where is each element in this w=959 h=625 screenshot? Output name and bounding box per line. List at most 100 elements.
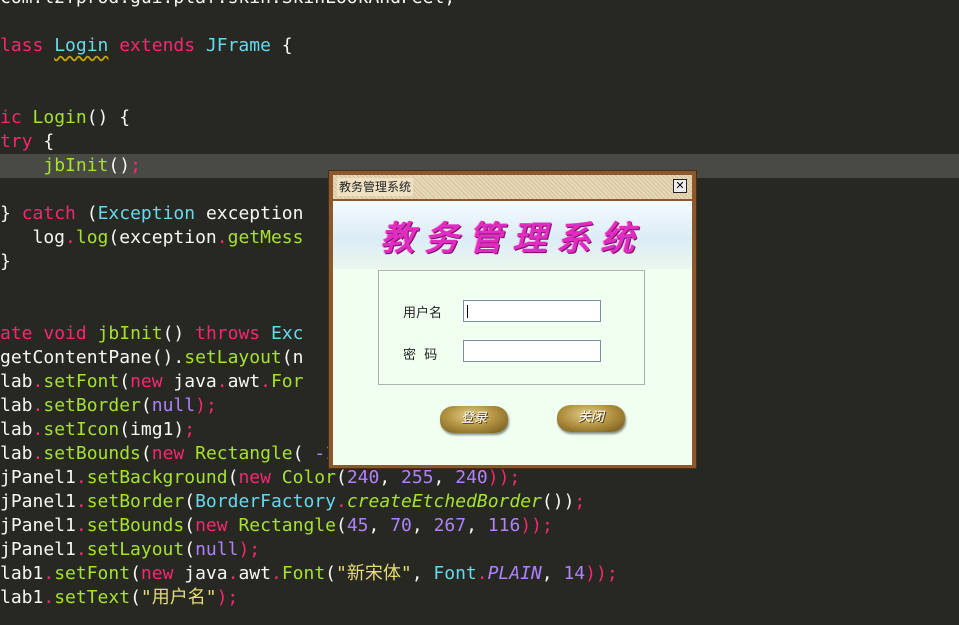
code-token: new: [140, 563, 174, 584]
code-token: 267: [433, 515, 467, 536]
code-token: (): [162, 323, 196, 344]
code-line[interactable]: getContentPane().setLayout(n: [0, 346, 303, 370]
code-token: Login: [32, 107, 87, 128]
code-token: ,: [433, 467, 456, 488]
code-token: java: [173, 563, 228, 584]
code-token: () {: [86, 107, 131, 128]
code-line[interactable]: ic Login() {: [0, 106, 130, 130]
code-token: null: [151, 395, 196, 416]
code-token: Exc: [260, 323, 304, 344]
code-token: 240: [455, 467, 488, 488]
code-token: (: [335, 467, 347, 488]
code-token: ,: [411, 563, 434, 584]
login-panel: 用户名 密 码: [378, 270, 645, 385]
code-token: (: [184, 515, 196, 536]
code-line[interactable]: lab.setBorder(null);: [0, 394, 217, 418]
code-line[interactable]: jPanel1.setBorder(BorderFactory.createEt…: [0, 490, 585, 514]
code-token: Rectangle: [238, 515, 336, 536]
code-token: .: [32, 443, 44, 464]
code-token: jPanel1: [0, 467, 76, 488]
code-token: .: [75, 467, 87, 488]
code-line[interactable]: log.log(exception.getMess: [0, 226, 304, 250]
code-token: null: [195, 539, 239, 560]
code-token: throws: [195, 323, 261, 344]
code-token: catch: [21, 203, 76, 224]
password-input[interactable]: [463, 340, 601, 362]
code-token: 14: [563, 563, 586, 584]
login-dialog: 教务管理系统 ✕ 教务管理系统 用户名 密 码 登录 关闭: [328, 170, 697, 469]
code-token: awt: [227, 371, 261, 392]
login-button[interactable]: 登录: [440, 406, 508, 433]
code-token: setIcon: [43, 419, 120, 440]
code-line[interactable]: lab.setIcon(img1);: [0, 418, 195, 442]
code-token: 116: [487, 515, 521, 536]
code-token: java: [162, 371, 217, 392]
code-token: Rectangle: [195, 443, 293, 464]
code-token: ;: [574, 491, 586, 512]
code-token: .: [32, 395, 44, 416]
code-line[interactable]: lab1.setText("用户名");: [0, 586, 238, 610]
code-token: ));: [487, 467, 521, 488]
code-token: com.l2fprod.gui.plaf.skin.SkinLookAndFee…: [0, 0, 455, 8]
code-line[interactable]: ate void jbInit() throws Exc: [0, 322, 304, 346]
code-line[interactable]: jPanel1.setBackground(new Color(240, 255…: [0, 466, 520, 490]
code-token: (: [140, 395, 152, 416]
code-token: (): [108, 155, 131, 176]
username-input[interactable]: [463, 300, 601, 322]
code-token: Font: [281, 563, 326, 584]
code-token: (exception: [108, 227, 217, 248]
code-token: }: [0, 251, 11, 272]
password-label: 密 码: [403, 348, 438, 363]
code-token: lab: [0, 443, 33, 464]
code-token: Login: [54, 35, 109, 56]
code-line[interactable]: lab.setFont(new java.awt.For: [0, 370, 303, 394]
code-token: jbInit: [43, 155, 109, 176]
code-token: .: [270, 563, 282, 584]
code-line[interactable]: try {: [0, 130, 54, 154]
code-token: .: [43, 563, 55, 584]
code-token: ,: [379, 467, 402, 488]
code-token: .: [43, 587, 55, 608]
code-token: .: [216, 371, 228, 392]
banner-title: 教务管理系统: [380, 219, 645, 259]
dialog-titlebar[interactable]: 教务管理系统 ✕: [333, 175, 692, 200]
code-token: new: [238, 467, 271, 488]
code-token: Font: [433, 563, 477, 584]
code-token: setText: [54, 587, 131, 608]
code-token: .: [32, 419, 44, 440]
code-token: setBounds: [43, 443, 141, 464]
close-icon[interactable]: ✕: [673, 179, 687, 193]
code-token: .: [65, 227, 76, 248]
code-line[interactable]: } catch (Exception exception: [0, 202, 303, 226]
code-line[interactable]: com.l2fprod.gui.plaf.skin.SkinLookAndFee…: [0, 0, 455, 10]
code-token: lab1: [0, 563, 44, 584]
banner-image: 教务管理系统: [333, 201, 692, 269]
code-token: .: [75, 515, 87, 536]
code-token: lab1: [0, 587, 44, 608]
code-line[interactable]: jPanel1.setLayout(null);: [0, 538, 260, 562]
code-token: setFont: [43, 371, 120, 392]
code-token: (: [184, 491, 196, 512]
code-token: (: [336, 515, 347, 536]
code-line[interactable]: lass Login extends JFrame {: [0, 34, 293, 58]
code-token: (: [184, 539, 196, 560]
code-line[interactable]: }: [0, 250, 11, 274]
code-token: setLayout: [86, 539, 185, 560]
code-token: ;: [184, 419, 196, 440]
text-caret: [467, 305, 468, 318]
code-token: {: [270, 35, 293, 56]
code-token: try: [0, 131, 33, 152]
code-line[interactable]: lab1.setFont(new java.awt.Font("新宋体", Fo…: [0, 562, 618, 586]
code-token: log: [0, 227, 66, 248]
close-button[interactable]: 关闭: [557, 405, 625, 432]
dialog-content: 教务管理系统 用户名 密 码 登录 关闭: [333, 201, 692, 465]
code-token: setFont: [54, 563, 131, 584]
code-token: );: [238, 539, 261, 560]
code-line[interactable]: jPanel1.setBounds(new Rectangle(45, 70, …: [0, 514, 553, 538]
code-token: (: [119, 371, 131, 392]
code-token: new: [151, 443, 185, 464]
code-token: );: [216, 587, 239, 608]
username-label: 用户名: [403, 306, 443, 321]
